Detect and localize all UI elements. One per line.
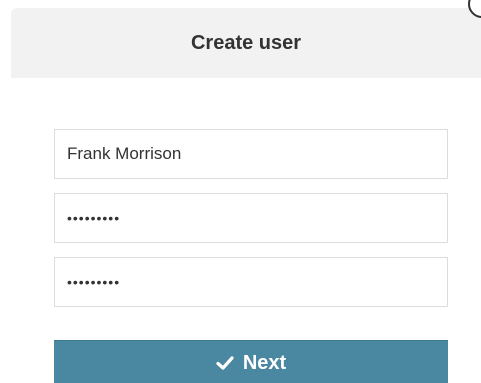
dialog-header: Create user — [11, 8, 481, 78]
next-button[interactable]: Next — [54, 340, 448, 383]
create-user-dialog: Create user Next — [0, 0, 481, 383]
next-button-content: Next — [216, 339, 286, 383]
name-field[interactable] — [54, 129, 448, 179]
check-icon — [216, 354, 234, 372]
next-button-label: Next — [242, 352, 287, 374]
password-field[interactable] — [54, 193, 448, 243]
confirm-password-field[interactable] — [54, 257, 448, 307]
dialog-title: Create user — [190, 32, 302, 54]
